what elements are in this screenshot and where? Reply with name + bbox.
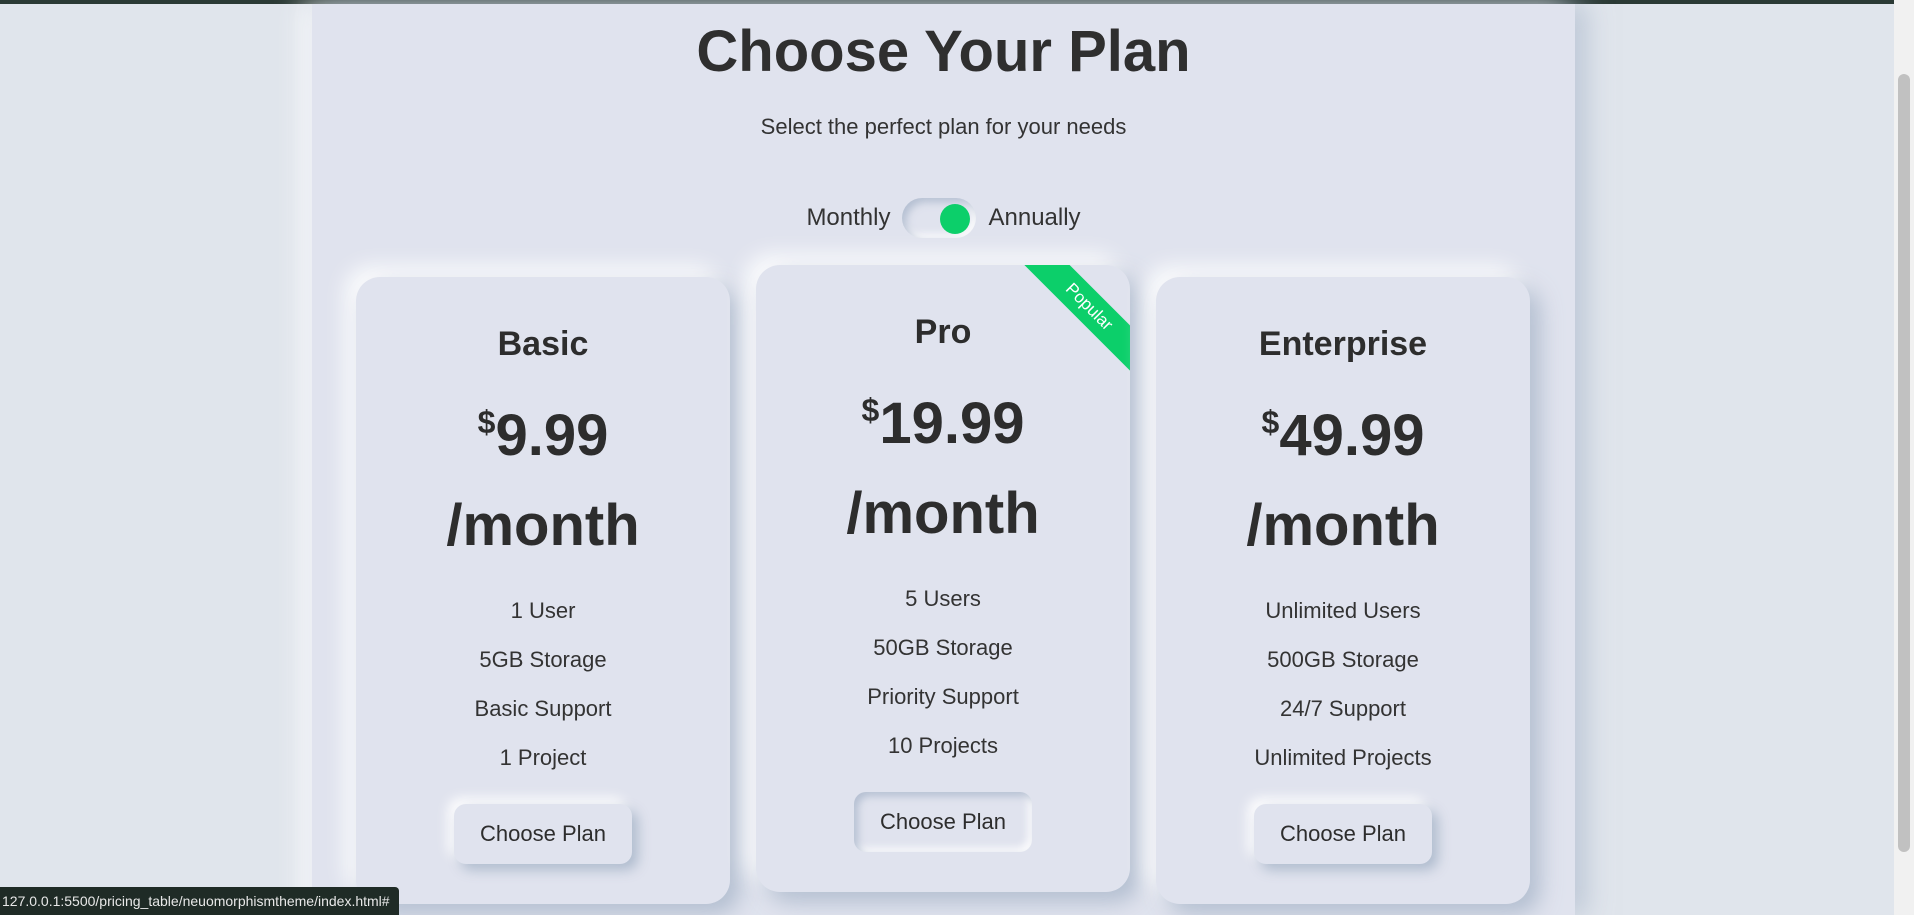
feature-item: Unlimited Users [1265, 598, 1421, 623]
feature-item: 5GB Storage [479, 647, 607, 672]
currency-symbol: $ [1261, 404, 1280, 440]
plan-price: $19.99 [756, 378, 1130, 456]
choose-plan-button-pro[interactable]: Choose Plan [854, 792, 1032, 852]
feature-item: 10 Projects [887, 733, 999, 758]
plan-name: Pro [914, 313, 972, 351]
price-amount: 19.99 [879, 391, 1025, 456]
scrollbar-track[interactable] [1894, 0, 1914, 915]
scrollbar-thumb[interactable] [1898, 74, 1910, 852]
feature-list: Unlimited Users 500GB Storage 24/7 Suppo… [1156, 586, 1530, 782]
plan-card-basic: Basic $9.99 /month 1 User 5GB Storage Ba… [356, 277, 730, 904]
feature-item: 5 Users [905, 586, 981, 611]
status-bar-url: 127.0.0.1:5500/pricing_table/neuomorphis… [0, 887, 399, 915]
price-period: /month [846, 481, 1040, 546]
billing-toggle-row: Monthly Annually [312, 198, 1575, 238]
page-subtitle: Select the perfect plan for your needs [760, 114, 1127, 139]
feature-item: 500GB Storage [1267, 647, 1419, 672]
plan-card-enterprise: Enterprise $49.99 /month Unlimited Users… [1156, 277, 1530, 904]
choose-plan-button-enterprise[interactable]: Choose Plan [1254, 804, 1432, 864]
currency-symbol: $ [477, 404, 496, 440]
feature-item: 1 User [510, 598, 576, 623]
price-amount: 9.99 [495, 403, 609, 468]
billing-toggle-switch[interactable] [902, 198, 977, 238]
plan-name: Enterprise [1258, 325, 1428, 363]
feature-item: Basic Support [474, 696, 612, 721]
price-period: /month [446, 493, 640, 558]
feature-list: 1 User 5GB Storage Basic Support 1 Proje… [356, 586, 730, 782]
choose-plan-button-basic[interactable]: Choose Plan [454, 804, 632, 864]
feature-item: 1 Project [499, 745, 587, 770]
currency-symbol: $ [861, 392, 880, 428]
feature-item: 50GB Storage [873, 635, 1013, 660]
plan-price: $49.99 [1156, 390, 1530, 468]
feature-list: 5 Users 50GB Storage Priority Support 10… [756, 574, 1130, 770]
toggle-knob [940, 204, 971, 234]
plan-price: $9.99 [356, 390, 730, 468]
monthly-label: Monthly [806, 204, 891, 231]
plan-name: Basic [497, 325, 589, 363]
annually-label: Annually [988, 204, 1081, 231]
feature-item: Priority Support [867, 684, 1019, 709]
feature-item: Unlimited Projects [1254, 745, 1432, 770]
page-title: Choose Your Plan [696, 19, 1191, 84]
pricing-panel: Choose Your Plan Select the perfect plan… [312, 4, 1575, 915]
price-amount: 49.99 [1279, 403, 1425, 468]
plan-card-pro: Popular Pro $19.99 /month 5 Users 50GB S… [756, 265, 1130, 892]
price-period: /month [1246, 493, 1440, 558]
feature-item: 24/7 Support [1280, 696, 1406, 721]
